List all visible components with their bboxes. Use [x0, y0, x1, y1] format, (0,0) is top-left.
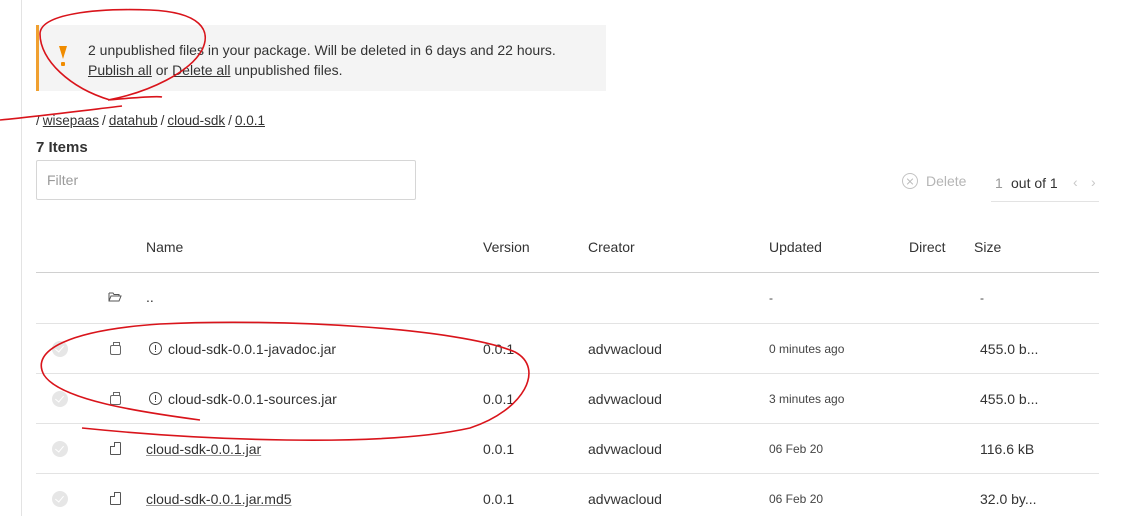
delete-label: Delete: [926, 173, 967, 189]
items-count: 7 Items: [36, 139, 88, 156]
column-header-creator[interactable]: Creator: [588, 239, 635, 255]
info-icon: [149, 342, 162, 355]
breadcrumb-item-cloud-sdk[interactable]: cloud-sdk: [167, 113, 225, 128]
close-circle-icon: [902, 173, 918, 189]
file-updated: 0 minutes ago: [769, 342, 845, 356]
column-header-version[interactable]: Version: [483, 239, 530, 255]
pagination: 1 out of 1 ‹ ›: [991, 164, 1099, 202]
parent-directory-link[interactable]: ..: [146, 289, 154, 305]
page-number[interactable]: 1: [995, 175, 1003, 191]
breadcrumb-item-datahub[interactable]: datahub: [109, 113, 158, 128]
jar-file-icon: [110, 392, 121, 405]
info-icon: [149, 392, 162, 405]
banner-or: or: [155, 62, 169, 78]
chevron-right-icon[interactable]: ›: [1091, 174, 1096, 190]
file-updated: 3 minutes ago: [769, 392, 845, 406]
row-select-checkbox[interactable]: [52, 441, 68, 457]
row-select-checkbox[interactable]: [52, 491, 68, 507]
column-header-direct[interactable]: Direct: [909, 239, 946, 255]
file-updated: 06 Feb 20: [769, 442, 824, 456]
breadcrumb-item-wisepaas[interactable]: wisepaas: [43, 113, 99, 128]
file-updated: 06 Feb 20: [769, 492, 824, 506]
page-total: out of 1: [1011, 175, 1058, 191]
file-version: 0.0.1: [483, 441, 515, 457]
breadcrumb: / wisepaas / datahub / cloud-sdk/0.0.1: [36, 113, 265, 128]
file-name[interactable]: cloud-sdk-0.0.1.jar.md5: [146, 491, 292, 507]
column-header-updated[interactable]: Updated: [769, 239, 822, 255]
file-name-label: cloud-sdk-0.0.1-sources.jar: [168, 391, 337, 407]
breadcrumb-sep: /: [36, 113, 40, 128]
file-name-label: cloud-sdk-0.0.1-javadoc.jar: [168, 341, 337, 357]
chevron-left-icon[interactable]: ‹: [1073, 174, 1078, 190]
delete-button[interactable]: Delete: [902, 173, 966, 189]
publish-all-link[interactable]: Publish all: [88, 62, 152, 78]
row-divider: [36, 373, 1099, 374]
banner-tail: unpublished files.: [234, 62, 343, 78]
file-size: 455.0 b...: [980, 341, 1039, 357]
breadcrumb-sep: /: [228, 113, 232, 128]
file-icon: [110, 492, 121, 505]
row-select-checkbox[interactable]: [52, 391, 68, 407]
banner-line-1: 2 unpublished files in your package. Wil…: [88, 42, 556, 58]
parent-size: -: [980, 291, 984, 305]
breadcrumb-sep: /: [160, 113, 165, 128]
file-name[interactable]: cloud-sdk-0.0.1-sources.jar: [149, 391, 337, 407]
parent-updated: -: [769, 291, 773, 305]
open-folder-icon: [108, 292, 122, 302]
file-size: 455.0 b...: [980, 391, 1039, 407]
file-version: 0.0.1: [483, 391, 515, 407]
breadcrumb-item-version[interactable]: 0.0.1: [235, 113, 265, 128]
file-size: 116.6 kB: [980, 441, 1035, 457]
file-creator: advwacloud: [588, 491, 662, 507]
row-divider: [36, 473, 1099, 474]
header-divider: [36, 272, 1099, 273]
column-header-name[interactable]: Name: [146, 239, 183, 255]
unpublished-warning-banner: 2 unpublished files in your package. Wil…: [36, 25, 606, 91]
jar-file-icon: [110, 342, 121, 355]
delete-all-link[interactable]: Delete all: [172, 62, 230, 78]
file-icon: [110, 442, 121, 455]
row-select-checkbox[interactable]: [52, 341, 68, 357]
left-divider: [21, 0, 22, 516]
warning-icon: [59, 44, 67, 70]
file-creator: advwacloud: [588, 441, 662, 457]
filter-input[interactable]: [36, 160, 416, 200]
file-name[interactable]: cloud-sdk-0.0.1-javadoc.jar: [149, 341, 336, 357]
banner-message: 2 unpublished files in your package. Wil…: [88, 40, 556, 80]
column-header-size[interactable]: Size: [974, 239, 1001, 255]
breadcrumb-sep: /: [102, 113, 106, 128]
file-creator: advwacloud: [588, 341, 662, 357]
row-divider: [36, 423, 1099, 424]
row-divider: [36, 323, 1099, 324]
file-creator: advwacloud: [588, 391, 662, 407]
file-name[interactable]: cloud-sdk-0.0.1.jar: [146, 441, 261, 457]
file-size: 32.0 by...: [980, 491, 1037, 507]
file-version: 0.0.1: [483, 341, 515, 357]
file-version: 0.0.1: [483, 491, 515, 507]
